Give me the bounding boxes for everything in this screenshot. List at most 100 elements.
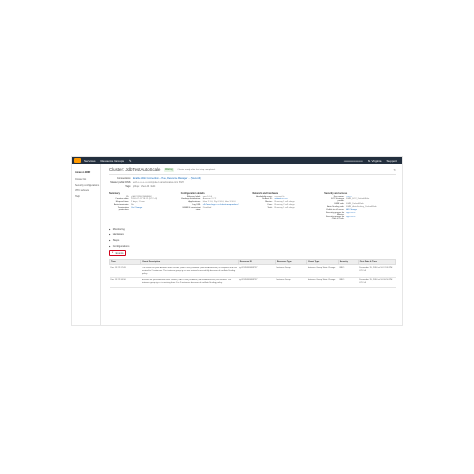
event-resource-id: ig-2OXUMJ08VPZ7 [238, 264, 276, 279]
configuration-column: Configuration details Release label: emr-… [181, 192, 253, 222]
event-description: The resize for your Amazon EMR cluster j… [140, 264, 239, 279]
status-badge: Waiting [163, 167, 175, 172]
caret-right-icon: ▶ [109, 228, 111, 231]
pin-icon[interactable]: ✎ [129, 159, 132, 163]
details-columns: Summary ID: j-3AOYNWQ5RAWM Creation date:… [109, 192, 396, 222]
collapsible-sections: ▶ Monitoring ▶ Hardware ▶ Steps ▶ Configurat… [109, 226, 396, 256]
detail-value: EMR_EC2_DefaultRole [346, 198, 370, 201]
event-type: Instance Group State Change [306, 277, 339, 288]
detail-row: Log URI: s3://aws-logs-•••••/elasticmapre… [181, 204, 251, 206]
section-events[interactable]: ▼ Events [109, 250, 127, 256]
section-label: Configurations [112, 244, 130, 248]
section-label: Hardware [112, 233, 124, 237]
detail-key: Master: [265, 201, 273, 204]
detail-row: Core: Running 2 m3.xlarge [253, 204, 323, 206]
summary-row: Master public DNS: ec2-••-••-••-•••.comp… [109, 181, 396, 184]
detail-value: Running 1 m3.xlarge [274, 206, 295, 209]
detail-row: EMRFS consistent view: Disabled [181, 207, 251, 211]
detail-key: Auto Scaling role: [327, 205, 345, 208]
event-resource-type: Instance Group [275, 264, 307, 279]
summary-row: Tags: jdbqa : View All / Edit [109, 185, 396, 188]
console-body: Amazon EMR Cluster list Security configu… [72, 164, 402, 325]
sidebar-title[interactable]: Amazon EMR [72, 169, 100, 177]
event-resource-type: Instance Group [275, 277, 307, 288]
top-navigation-bar: Services Resource Groups ✎ •••••••••••••… [72, 157, 402, 164]
detail-row: Elapsed time: 2 days, 1 hour [109, 201, 179, 203]
sidebar-item-help[interactable]: Help [72, 194, 100, 200]
detail-row: Applications: Hive 2.1.0, Pig 0.16.0, Hue… [181, 201, 251, 203]
detail-row: Auto-terminate: No [109, 204, 179, 206]
detail-row: Visible to all users: All Change [324, 209, 394, 211]
cluster-header: Cluster: JdbTestAutoScale Waiting Cluste… [109, 167, 396, 175]
event-severity: INFO [338, 264, 359, 279]
connections-link[interactable]: Enable Web Connection – Hue, Resource Ma… [133, 177, 201, 180]
event-resource-id: ig-2OXUMJ08VPZ7 [238, 277, 276, 288]
resource-groups-menu[interactable]: Resource Groups [101, 159, 125, 163]
tags-value: jdbqa : View All / Edit [133, 184, 156, 188]
detail-row: Security groups for Core & Task: sg-•••••… [324, 216, 394, 220]
section-label: Monitoring [112, 227, 125, 231]
master-sg-link[interactable]: sg-•••••••• [346, 212, 355, 216]
status-message: Cluster ready after last step completed. [177, 168, 216, 171]
detail-key: EC2 instance profile: [331, 198, 345, 203]
support-menu[interactable]: Support [386, 159, 397, 163]
detail-row: Security groups for Master: sg-•••••••• [324, 212, 394, 216]
cluster-summary: Connections: Enable Web Connection – Hue… [109, 177, 396, 188]
section-configurations[interactable]: ▶ Configurations [109, 244, 396, 250]
detail-key: EMR role: [334, 203, 345, 206]
account-menu[interactable]: •••••••••••••••••• [344, 159, 363, 163]
caret-right-icon: ▶ [109, 234, 111, 237]
detail-key: Visible to all users: [326, 208, 345, 211]
event-description-text: The resize for your Amazon EMR cluster j… [141, 266, 237, 275]
summary-column: Summary ID: j-3AOYNWQ5RAWM Creation date:… [109, 192, 181, 222]
detail-key: Security groups for Core & Task: [325, 216, 345, 221]
services-menu[interactable]: Services [84, 159, 96, 163]
event-severity: INFO [338, 277, 359, 288]
main-panel: Cluster: JdbTestAutoScale Waiting Cluste… [101, 164, 402, 325]
refresh-icon[interactable]: ↻ [393, 168, 396, 172]
detail-row: Auto Scaling role: EMR_AutoScaling_Defaul… [324, 206, 394, 208]
detail-value: Hive 2.1.0, Pig 0.16.0, Hue 3.10.0 [202, 201, 236, 204]
summary-key: Connections: [117, 177, 131, 180]
master-dns-value: ec2-••-••-••-•••.compute-1.amazonaws.com… [133, 180, 184, 184]
region-menu[interactable]: N. Virginia [368, 159, 382, 163]
detail-key: Log URI: [192, 203, 201, 206]
detail-value: j-3AOYNWQ5RAWM [131, 195, 152, 198]
summary-row: Connections: Enable Web Connection – Hue… [109, 177, 396, 180]
column-heading: Network and hardware [252, 191, 279, 195]
core-task-sg-link[interactable]: sg-•••••••• [346, 216, 355, 220]
detail-key: Elapsed time: [115, 201, 129, 204]
caret-right-icon: ▶ [109, 240, 111, 243]
detail-value: Running 2 m3.xlarge [274, 203, 295, 206]
section-label: Events [115, 251, 124, 255]
detail-key: Task: [267, 206, 273, 209]
visibility-change-link[interactable]: All Change [346, 209, 357, 211]
detail-key: Termination protection: [117, 206, 129, 211]
detail-key: Auto-terminate: [114, 203, 129, 206]
section-label: Steps [112, 239, 120, 243]
detail-value: Amazon 2.7.2 [202, 198, 217, 201]
detail-value: EMR_DefaultRole [346, 203, 364, 206]
detail-value: EMR_AutoScaling_DefaultRole [346, 205, 377, 208]
event-type: Instance Group State Change [306, 264, 339, 279]
summary-key: Tags: [125, 184, 131, 188]
page-title: Cluster: JdbTestAutoScale [109, 167, 161, 172]
event-description-text: A resize for your Amazon EMR cluster j-3… [141, 279, 232, 285]
event-description: A resize for your Amazon EMR cluster j-3… [140, 277, 239, 288]
termination-change-link[interactable]: On Change [131, 207, 142, 211]
column-heading: Configuration details [180, 191, 205, 195]
aws-logo-icon[interactable] [74, 158, 81, 163]
column-heading: Security and access [324, 191, 348, 195]
detail-key: Security groups for Master: [325, 211, 345, 216]
security-column: Security and access Key name: ••••••• EC2… [324, 192, 396, 222]
log-uri-link[interactable]: s3://aws-logs-•••••/elasticmapreduce/ [203, 204, 239, 206]
detail-row: Master: Running 1 m3.xlarge [253, 201, 323, 203]
event-first-date: December 15, 2016 at 10:17:09 PM UTC+8 [358, 264, 396, 279]
table-row: Dec 15 22:17:09 The resize for your Amaz… [109, 264, 396, 279]
detail-value: No [131, 203, 134, 206]
detail-row: EMR role: EMR_DefaultRole [324, 203, 394, 205]
detail-row: Task: Running 1 m3.xlarge [253, 207, 323, 209]
event-first-date: December 15, 2016 at 10:16:50 PM UTC+8 [358, 277, 396, 288]
sidebar: Amazon EMR Cluster list Security configu… [72, 164, 101, 325]
nav-right-group: •••••••••••••••••• N. Virginia Support [344, 159, 402, 163]
